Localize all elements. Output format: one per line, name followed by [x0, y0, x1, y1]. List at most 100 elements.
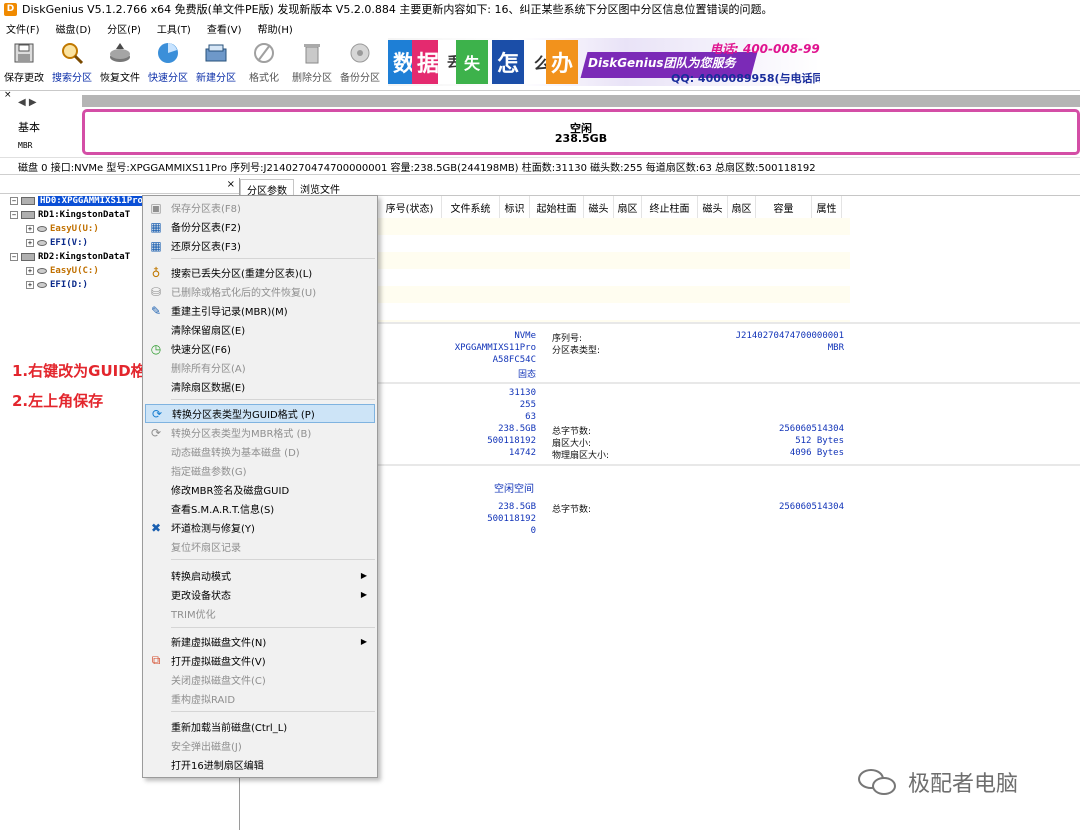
menu-item-trim[interactable]: TRIM优化 [145, 604, 375, 623]
tree-item-easyu-u[interactable]: + EasyU(U:) [26, 222, 99, 236]
menu-item-delete-all[interactable]: 删除所有分区(A) [145, 358, 375, 377]
menu-item-save-table[interactable]: ▣ 保存分区表(F8) [145, 198, 375, 217]
disk-nav-arrows[interactable]: ◀ ▶ [18, 97, 37, 108]
detail-free-total-bytes-value: 256060514304 [778, 502, 844, 512]
detail-free-start: 0 [530, 526, 536, 536]
menu-disk[interactable]: 磁盘(D) [56, 21, 92, 36]
tab-browse-files[interactable]: 浏览文件 [294, 179, 346, 196]
partition-icon [37, 226, 47, 232]
menu-item-hex-editor[interactable]: 打开16进制扇区编辑 [145, 755, 375, 774]
context-menu: ▣ 保存分区表(F8) ▦ 备份分区表(F2) ▦ 还原分区表(F3) ♁ 搜索已丢失分… [142, 195, 378, 778]
column-header[interactable]: 起始柱面 [530, 196, 584, 218]
tree-item-efi-v[interactable]: + EFI(V:) [26, 236, 88, 250]
submenu-arrow-icon: ▶ [360, 571, 367, 580]
collapse-icon[interactable]: − [10, 197, 18, 205]
banner-tile: 怎 [492, 40, 524, 84]
menu-view[interactable]: 查看(V) [207, 21, 242, 36]
menu-item-bad-sector-repair[interactable]: ✖ 坏道检测与修复(Y) [145, 518, 375, 537]
detail-phys-sector-value: 4096 Bytes [789, 448, 844, 458]
delete-partition-button[interactable]: 删除分区 [288, 38, 336, 88]
wechat-icon [858, 767, 898, 797]
column-header[interactable]: 属性 [812, 196, 842, 218]
menu-item-reset-bad-sectors[interactable]: 复位坏扇区记录 [145, 537, 375, 556]
column-header[interactable]: 磁头 [698, 196, 728, 218]
submenu-arrow-icon: ▶ [360, 637, 367, 646]
menu-item-convert-mbr[interactable]: ⟳ 转换分区表类型为MBR格式 (B) [145, 423, 375, 442]
detail-capacity: 238.5GB [498, 424, 536, 434]
menu-item-new-vdisk[interactable]: 新建虚拟磁盘文件(N) ▶ [145, 632, 375, 651]
repair-tools-icon: ✖ [150, 520, 162, 535]
menu-item-boot-mode[interactable]: 转换启动模式 ▶ [145, 566, 375, 585]
menu-item-reload-disk[interactable]: 重新加载当前磁盘(Ctrl_L) [145, 717, 375, 736]
search-partition-button[interactable]: 搜索分区 [48, 38, 96, 88]
expand-icon[interactable]: + [26, 267, 34, 275]
column-header[interactable]: 文件系统 [442, 196, 500, 218]
expand-icon[interactable]: + [26, 281, 34, 289]
quick-partition-button[interactable]: 快速分区 [144, 38, 192, 88]
menu-item-open-vdisk[interactable]: ⧉ 打开虚拟磁盘文件(V) [145, 651, 375, 670]
menu-item-clear-reserved[interactable]: 清除保留扇区(E) [145, 320, 375, 339]
menu-item-file-recover[interactable]: ⛁ 已删除或格式化后的文件恢复(U) [145, 282, 375, 301]
expand-icon[interactable]: + [26, 225, 34, 233]
column-header[interactable]: 容量 [756, 196, 812, 218]
magnifier-icon [59, 40, 85, 66]
detail-serial-value: J2140270474700000001 [735, 331, 844, 341]
search-lost-icon: ♁ [151, 265, 161, 280]
collapse-icon[interactable]: − [10, 253, 18, 261]
close-icon[interactable]: × [227, 179, 235, 190]
column-header[interactable]: 终止柱面 [642, 196, 698, 218]
column-header[interactable]: 扇区 [728, 196, 756, 218]
save-changes-button[interactable]: 保存更改 [0, 38, 48, 88]
backup-partition-button[interactable]: 备份分区 [336, 38, 384, 88]
detail-free-capacity: 238.5GB [498, 502, 536, 512]
menu-separator [171, 627, 375, 628]
new-partition-button[interactable]: 新建分区 [192, 38, 240, 88]
tab-partition-params[interactable]: 分区参数 [240, 179, 294, 197]
free-space-block[interactable]: 空闲 238.5GB [82, 109, 1080, 155]
detail-pt-type-value: MBR [827, 343, 844, 353]
menu-item-clear-sectors[interactable]: 清除扇区数据(E) [145, 377, 375, 396]
column-header[interactable]: 磁头 [584, 196, 614, 218]
tree-item-rd1[interactable]: − RD1:KingstonDataT [10, 208, 130, 222]
tree-item-hd0[interactable]: − HD0:XPGGAMMIXS11Pro [10, 194, 145, 208]
menu-item-eject-disk[interactable]: 安全弹出磁盘(J) [145, 736, 375, 755]
menu-item-quick-partition[interactable]: ◷ 快速分区(F6) [145, 339, 375, 358]
file-recover-icon: ⛁ [150, 284, 162, 299]
tree-item-rd2[interactable]: − RD2:KingstonDataT [10, 250, 130, 264]
menu-item-rebuild-raid[interactable]: 重构虚拟RAID [145, 689, 375, 708]
menu-item-modify-mbr-guid[interactable]: 修改MBR签名及磁盘GUID [145, 480, 375, 499]
menu-file[interactable]: 文件(F) [6, 21, 40, 36]
watermark: 极配者电脑 [858, 766, 1018, 798]
menu-item-convert-guid[interactable]: ⟳ 转换分区表类型为GUID格式 (P) [145, 404, 375, 423]
detail-pt-type-label: 分区表类型: [552, 346, 601, 356]
column-header[interactable]: 标识 [500, 196, 530, 218]
menu-item-close-vdisk[interactable]: 关闭虚拟磁盘文件(C) [145, 670, 375, 689]
menu-tools[interactable]: 工具(T) [157, 21, 191, 36]
column-header[interactable]: 扇区 [614, 196, 642, 218]
menu-help[interactable]: 帮助(H) [258, 21, 293, 36]
menu-item-backup-table[interactable]: ▦ 备份分区表(F2) [145, 217, 375, 236]
menu-bar: 文件(F) 磁盘(D) 分区(P) 工具(T) 查看(V) 帮助(H) [0, 19, 1080, 37]
banner-qq: QQ: 4000089958(与电话同号) [671, 72, 820, 85]
expand-icon[interactable]: + [26, 239, 34, 247]
menu-item-disk-params[interactable]: 指定磁盘参数(G) [145, 461, 375, 480]
banner-tile: 办 [546, 40, 578, 84]
detail-free-sectors: 500118192 [487, 514, 536, 524]
menu-partition[interactable]: 分区(P) [107, 21, 141, 36]
format-button[interactable]: 格式化 [240, 38, 288, 88]
menu-item-device-state[interactable]: 更改设备状态 ▶ [145, 585, 375, 604]
menu-item-restore-table[interactable]: ▦ 还原分区表(F3) [145, 236, 375, 255]
menu-item-dynamic-to-basic[interactable]: 动态磁盘转换为基本磁盘 (D) [145, 442, 375, 461]
tree-item-easyu-c[interactable]: + EasyU(C:) [26, 264, 99, 278]
menu-separator [171, 559, 375, 560]
submenu-arrow-icon: ▶ [360, 590, 367, 599]
tree-item-efi-d[interactable]: + EFI(D:) [26, 278, 88, 292]
menu-item-rebuild-mbr[interactable]: ✎ 重建主引导记录(MBR)(M) [145, 301, 375, 320]
recover-files-button[interactable]: 恢复文件 [96, 38, 144, 88]
disk-type-label: 基本 [18, 121, 40, 134]
menu-item-smart[interactable]: 查看S.M.A.R.T.信息(S) [145, 499, 375, 518]
column-header[interactable]: 序号(状态) [378, 196, 442, 218]
advertisement-banner[interactable]: 数 据 丢 失 怎 么 办 DiskGenius团队为您服务 电话: 400-0… [388, 38, 820, 86]
menu-item-search-lost[interactable]: ♁ 搜索已丢失分区(重建分区表)(L) [145, 263, 375, 282]
collapse-icon[interactable]: − [10, 211, 18, 219]
